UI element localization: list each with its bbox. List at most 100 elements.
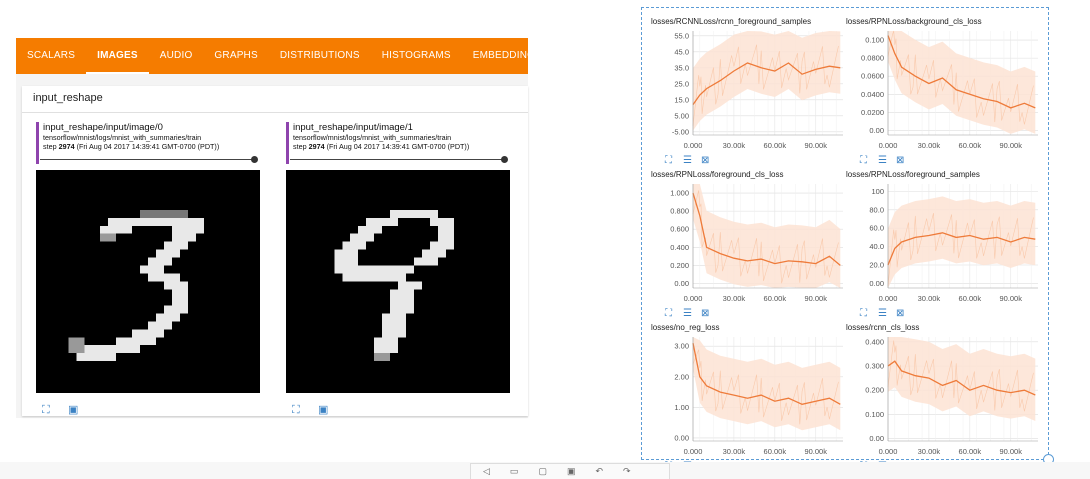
scalar-chart[interactable]: losses/no_reg_loss 3.00 2.00 1.00 0.00 0.000 3… (651, 323, 847, 473)
actual-size-icon[interactable]: ▣ (318, 404, 330, 416)
x-tick-label: 30.00k (918, 447, 941, 456)
y-tick-label: 0.0400 (861, 90, 884, 99)
tab-histograms[interactable]: HISTOGRAMS (371, 38, 462, 74)
digit-3-pixels (36, 170, 260, 393)
tab-images[interactable]: IMAGES (86, 38, 149, 74)
tab-embeddings[interactable]: EMBEDDINGS (462, 38, 553, 74)
chart-toolbar: ⛶ ☰ ⊠ (665, 155, 713, 167)
x-tick-label: 30.00k (918, 294, 941, 303)
scalar-chart[interactable]: losses/RPNLoss/background_cls_loss 0.100 0… (846, 17, 1042, 167)
data-icon[interactable]: ☰ (683, 155, 695, 167)
y-tick-label: 0.100 (865, 36, 884, 45)
x-tick-label: 30.00k (723, 294, 746, 303)
y-tick-label: 0.0200 (861, 108, 884, 117)
image-step: step 2974 (Fri Aug 04 2017 14:39:41 GMT-… (293, 142, 470, 151)
chart-plot: 0.100 0.0800 0.0600 0.0400 0.0200 0.00 0.000 30… (861, 30, 1038, 150)
image-run: tensorflow/mnist/logs/mnist_with_summari… (293, 133, 452, 142)
toolbar-icon[interactable]: ▢ (538, 466, 547, 477)
tab-distributions[interactable]: DISTRIBUTIONS (269, 38, 371, 74)
scalar-chart[interactable]: losses/RPNLoss/foreground_cls_loss 1.000 0… (651, 170, 847, 320)
fullscreen-icon[interactable]: ⛶ (292, 404, 304, 416)
y-tick-label: 40.0 (869, 242, 884, 251)
y-tick-label: 55.0 (674, 31, 689, 40)
y-tick-label: 35.0 (674, 63, 689, 72)
raw-data-band (888, 337, 1036, 421)
y-tick-label: 1.000 (670, 189, 689, 198)
data-icon[interactable]: ☰ (683, 308, 695, 320)
x-tick-label: 90.00k (804, 447, 827, 456)
chart-plot: 55.0 45.0 35.0 25.0 15.0 5.00 -5.00 0.000 30.00k… (672, 31, 843, 150)
y-tick-label: 60.0 (869, 224, 884, 233)
x-tick-label: 30.00k (723, 447, 746, 456)
y-tick-label: 0.800 (670, 207, 689, 216)
raw-data-band (888, 196, 1036, 288)
x-tick-label: 30.00k (918, 141, 941, 150)
fullscreen-icon[interactable]: ⛶ (665, 308, 677, 320)
toolbar-icon[interactable]: ◁ (483, 466, 490, 477)
x-tick-label: 60.00k (959, 141, 982, 150)
y-tick-label: -5.00 (672, 127, 689, 136)
toolbar-icon[interactable]: ↷ (623, 466, 631, 477)
fullscreen-icon[interactable]: ⛶ (860, 155, 872, 167)
x-tick-label: 90.00k (999, 294, 1022, 303)
tab-text[interactable]: TEXT (553, 38, 601, 74)
x-tick-label: 0.000 (684, 447, 703, 456)
y-tick-label: 0.400 (865, 337, 884, 346)
scalar-chart[interactable]: losses/RPNLoss/foreground_samples 100 80.0… (846, 170, 1042, 320)
toolbar-icon[interactable]: ↶ (595, 466, 603, 477)
y-tick-label: 25.0 (674, 79, 689, 88)
y-tick-label: 0.200 (865, 386, 884, 395)
chart-plot: 3.00 2.00 1.00 0.00 0.000 30.00k 60.00k 90.00k (674, 337, 843, 456)
scalar-chart[interactable]: losses/RCNNLoss/rcnn_foreground_samples 5… (651, 17, 847, 167)
fit-domain-icon[interactable]: ⊠ (896, 308, 908, 320)
fit-domain-icon[interactable]: ⊠ (896, 155, 908, 167)
digit-9-pixels (286, 170, 510, 393)
tab-scalars[interactable]: SCALARS (16, 38, 86, 74)
y-tick-label: 20.0 (869, 260, 884, 269)
chart-title: losses/no_reg_loss (651, 323, 720, 332)
toolbar-icon[interactable]: ▭ (510, 466, 519, 477)
fullscreen-icon[interactable]: ⛶ (860, 308, 872, 320)
x-tick-label: 0.000 (684, 294, 703, 303)
y-tick-label: 0.400 (670, 243, 689, 252)
toolbar-icon[interactable]: ▣ (567, 466, 576, 477)
fit-domain-icon[interactable]: ⊠ (701, 308, 713, 320)
chart-plot: 1.000 0.800 0.600 0.400 0.200 0.00 0.000 30.00k… (670, 184, 843, 303)
image-run: tensorflow/mnist/logs/mnist_with_summari… (43, 133, 202, 142)
x-tick-label: 90.00k (804, 294, 827, 303)
slider-knob[interactable] (251, 156, 258, 163)
tab-audio[interactable]: AUDIO (149, 38, 204, 74)
data-icon[interactable]: ☰ (878, 155, 890, 167)
y-tick-label: 0.00 (674, 279, 689, 288)
step-slider[interactable] (290, 156, 508, 164)
fullscreen-icon[interactable]: ⛶ (665, 155, 677, 167)
chart-plot: 0.400 0.300 0.200 0.100 0.00 0.000 30.00k 60.00… (865, 337, 1038, 456)
card-title[interactable]: input_reshape (33, 92, 103, 104)
step-slider[interactable] (40, 156, 258, 164)
x-tick-label: 0.000 (879, 447, 898, 456)
data-icon[interactable]: ☰ (878, 308, 890, 320)
card-divider (22, 112, 528, 113)
slider-knob[interactable] (501, 156, 508, 163)
tab-graphs[interactable]: GRAPHS (203, 38, 268, 74)
x-tick-label: 60.00k (959, 294, 982, 303)
fit-domain-icon[interactable]: ⊠ (701, 155, 713, 167)
scalar-chart[interactable]: losses/rcnn_cls_loss 0.400 0.300 0.200 0.100… (846, 323, 1042, 473)
y-tick-label: 0.00 (869, 126, 884, 135)
actual-size-icon[interactable]: ▣ (68, 404, 80, 416)
chart-toolbar: ⛶ ☰ ⊠ (860, 308, 908, 320)
x-tick-label: 60.00k (764, 294, 787, 303)
y-tick-label: 0.200 (670, 261, 689, 270)
y-tick-label: 45.0 (674, 47, 689, 56)
y-tick-label: 0.0800 (861, 54, 884, 63)
x-tick-label: 0.000 (684, 141, 703, 150)
fullscreen-icon[interactable]: ⛶ (42, 404, 54, 416)
bottom-toolbar: ◁ ▭ ▢ ▣ ↶ ↷ (470, 463, 670, 479)
y-tick-label: 0.0600 (861, 72, 884, 81)
y-tick-label: 0.00 (674, 433, 689, 442)
y-tick-label: 0.300 (865, 362, 884, 371)
y-tick-label: 0.00 (869, 279, 884, 288)
images-card: input_reshape input_reshape/input/image/… (22, 86, 528, 416)
x-tick-label: 60.00k (764, 447, 787, 456)
chart-title: losses/RPNLoss/background_cls_loss (846, 17, 982, 26)
